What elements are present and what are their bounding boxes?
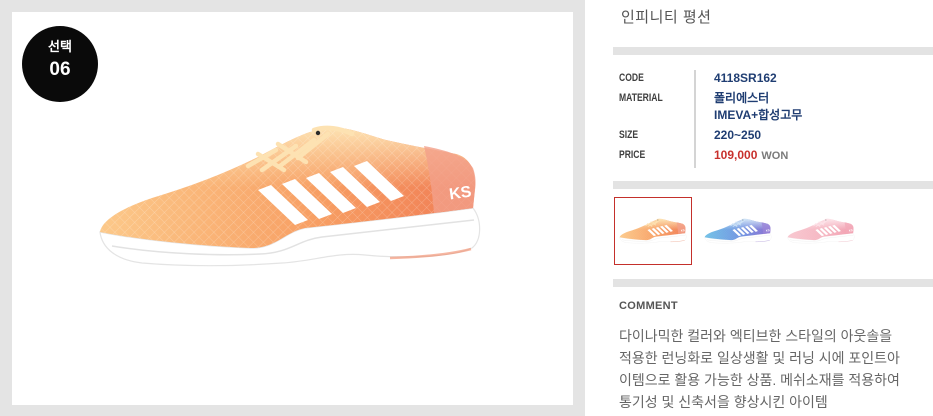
price-amount: 109,000 [714,148,758,162]
spec-label-code: CODE [619,72,644,84]
thumbnail-blue[interactable]: KS [700,197,776,265]
thumbnail-pink[interactable]: KS [783,197,859,265]
comment-line: 이템으로 활용 가능한 상품. 메쉬소재를 적용하여 [619,372,900,388]
product-main-image: KS [99,125,481,267]
comment-text: 다이나믹한 컬러와 엑티브한 스타일의 아웃솔을 적용한 런닝화로 일상생활 및… [619,325,931,413]
comment-line: 적용한 런닝화로 일상생활 및 러닝 시에 포인트아 [619,350,900,366]
spec-value-size: 220~250 [714,128,762,142]
spec-label-price: PRICE [619,149,646,161]
spec-value-price: 109,000 WON [714,147,788,164]
shoe-eyelet [315,130,321,136]
product-title: 인피니티 평션 [621,9,712,26]
shoe-logo-text: KS [766,228,771,233]
spec-value-material-1: 폴리에스터 [714,91,770,105]
divider-bar-bottom [613,279,933,287]
product-image-frame: 선택 06 KS [0,0,585,416]
thumbnail-shoe-image: KS [619,218,687,244]
thumbnail-orange[interactable]: KS [614,197,692,265]
spec-value-material-2: IMEVA+합성고무 [714,108,803,122]
divider-bar-middle [613,181,933,189]
divider-bar-top [613,47,933,55]
shoe-eyelet [657,219,659,221]
shoe-logo-text: KS [849,228,854,233]
price-currency: WON [761,150,789,162]
comment-line: 통기성 및 신축서을 향상시킨 아이템 [619,394,828,410]
shoe-eyelet [825,219,827,221]
thumbnail-shoe-image: KS [704,218,772,244]
badge-label: 선택 [48,39,72,54]
shoe-logo-text: KS [448,183,473,203]
spec-divider-line [694,70,696,168]
spec-label-material: MATERIAL [619,92,663,104]
badge-number: 06 [49,59,71,80]
selection-badge: 선택 06 [22,26,98,102]
shoe-logo-text: KS [681,228,686,233]
comment-heading: COMMENT [619,300,678,312]
spec-label-size: SIZE [619,129,639,141]
comment-line: 다이나믹한 컬러와 엑티브한 스타일의 아웃솔을 [619,328,893,344]
spec-value-code: 4118SR162 [714,71,777,85]
shoe-eyelet [742,219,744,221]
thumbnail-shoe-image: KS [787,218,855,244]
